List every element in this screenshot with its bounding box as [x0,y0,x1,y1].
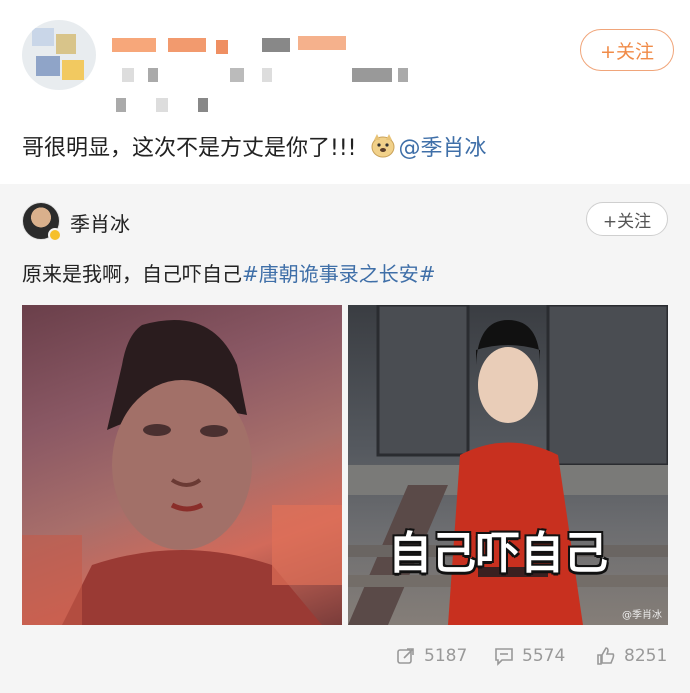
repost-image-left[interactable] [22,305,342,625]
image-watermark: @季肖冰 [622,610,662,621]
repost-author-avatar[interactable] [22,202,62,242]
blurred-username[interactable] [112,36,352,54]
reposted-weibo[interactable]: 季肖冰 +关注 原来是我啊，自己吓自己#唐朝诡事录之长安# 自己吓自己 @季肖冰… [0,184,690,693]
repost-icon [397,648,414,664]
repost-follow-button[interactable]: +关注 [586,202,668,236]
image-caption: 自己吓自己 [388,528,608,579]
verified-badge-icon [48,228,62,242]
doge-emoji-icon [370,134,396,158]
like-icon [597,647,615,665]
post-text: 哥很明显，这次不是方丈是你了!!! @季肖冰 [22,130,486,162]
blurred-post-meta [112,66,412,112]
comment-action[interactable]: 5574 [494,646,565,666]
repost-action[interactable]: 5187 [396,646,467,666]
like-action[interactable]: 8251 [596,646,667,666]
mention-link[interactable]: @季肖冰 [398,130,486,162]
avatar[interactable] [22,20,96,90]
repost-body: 原来是我啊，自己吓自己 [22,262,242,286]
hashtag-link[interactable]: #唐朝诡事录之长安# [242,262,436,286]
comment-count: 5574 [522,646,566,666]
repost-text: 原来是我啊，自己吓自己#唐朝诡事录之长安# [22,258,436,287]
action-bar: 5187 5574 8251 [0,646,690,676]
post-body: 哥很明显，这次不是方丈是你了!!! [22,136,357,161]
repost-count: 5187 [424,646,468,666]
like-count: 8251 [624,646,668,666]
repost-author-name[interactable]: 季肖冰 [70,208,130,237]
follow-button[interactable]: +关注 [580,29,674,71]
repost-image-right[interactable]: 自己吓自己 @季肖冰 [348,305,668,625]
comment-icon [495,648,513,666]
